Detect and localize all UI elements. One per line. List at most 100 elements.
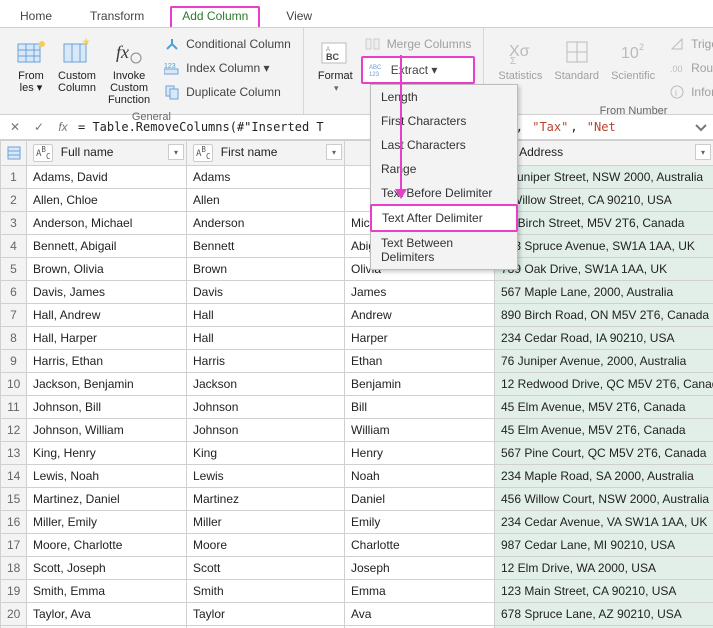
cell-address[interactable]: 12 Redwood Drive, QC M5V 2T6, Canada <box>495 372 713 395</box>
row-number[interactable]: 11 <box>1 395 27 418</box>
menu-item-first-characters[interactable]: First Characters <box>371 109 517 133</box>
row-number[interactable]: 18 <box>1 556 27 579</box>
cell-full-name[interactable]: Lewis, Noah <box>27 464 187 487</box>
cell-full-name[interactable]: Harris, Ethan <box>27 349 187 372</box>
cell-first-name[interactable]: Adams <box>187 165 345 188</box>
cell-first-name[interactable]: Allen <box>187 188 345 211</box>
row-number[interactable]: 4 <box>1 234 27 257</box>
cell-first-name[interactable]: Jackson <box>187 372 345 395</box>
table-row[interactable]: 8Hall, HarperHallHarper234 Cedar Road, I… <box>1 326 713 349</box>
table-row[interactable]: 15Martinez, DanielMartinezDaniel456 Will… <box>1 487 713 510</box>
row-number[interactable]: 15 <box>1 487 27 510</box>
column-filter-button[interactable]: ▾ <box>168 144 184 160</box>
column-header-address[interactable]: : Address ▾ <box>495 141 713 166</box>
menu-item-last-characters[interactable]: Last Characters <box>371 133 517 157</box>
row-number[interactable]: 5 <box>1 257 27 280</box>
cell-mid[interactable]: Henry <box>345 441 495 464</box>
duplicate-column-button[interactable]: Duplicate Column <box>160 80 295 104</box>
cell-mid[interactable]: Ethan <box>345 349 495 372</box>
table-corner[interactable] <box>1 141 27 166</box>
table-row[interactable]: 13King, HenryKingHenry567 Pine Court, QC… <box>1 441 713 464</box>
cell-address[interactable]: 12 Elm Drive, WA 2000, USA <box>495 556 713 579</box>
row-number[interactable]: 2 <box>1 188 27 211</box>
table-row[interactable]: 3Anderson, MichaelAndersonMichael89 Birc… <box>1 211 713 234</box>
cell-full-name[interactable]: Moore, Charlotte <box>27 533 187 556</box>
cell-mid[interactable]: Emily <box>345 510 495 533</box>
cell-first-name[interactable]: Moore <box>187 533 345 556</box>
rounding-button[interactable]: .00 Rounding ▾ <box>665 56 713 80</box>
cell-full-name[interactable]: Davis, James <box>27 280 187 303</box>
row-number[interactable]: 9 <box>1 349 27 372</box>
scientific-button[interactable]: 102 Scientific <box>605 32 661 86</box>
cell-address[interactable]: 89 Birch Street, M5V 2T6, Canada <box>495 211 713 234</box>
statistics-button[interactable]: XσΣ Statistics <box>492 32 548 86</box>
cell-first-name[interactable]: Taylor <box>187 602 345 625</box>
cell-mid[interactable]: Harper <box>345 326 495 349</box>
table-row[interactable]: 11Johnson, BillJohnsonBill45 Elm Avenue,… <box>1 395 713 418</box>
column-header-full-name[interactable]: ABC Full name ▾ <box>27 141 187 166</box>
cell-address[interactable]: 567 Pine Court, QC M5V 2T6, Canada <box>495 441 713 464</box>
cell-full-name[interactable]: Anderson, Michael <box>27 211 187 234</box>
cell-first-name[interactable]: Hall <box>187 303 345 326</box>
tab-transform[interactable]: Transform <box>78 6 156 27</box>
row-number[interactable]: 12 <box>1 418 27 441</box>
row-number[interactable]: 10 <box>1 372 27 395</box>
cell-first-name[interactable]: King <box>187 441 345 464</box>
tab-add-column[interactable]: Add Column <box>170 6 260 27</box>
cell-first-name[interactable]: Anderson <box>187 211 345 234</box>
table-row[interactable]: 7Hall, AndrewHallAndrew890 Birch Road, O… <box>1 303 713 326</box>
cell-mid[interactable]: Noah <box>345 464 495 487</box>
table-row[interactable]: 20Taylor, AvaTaylorAva678 Spruce Lane, A… <box>1 602 713 625</box>
cell-address[interactable]: 45 Elm Avenue, M5V 2T6, Canada <box>495 418 713 441</box>
cell-full-name[interactable]: Brown, Olivia <box>27 257 187 280</box>
row-number[interactable]: 19 <box>1 579 27 602</box>
column-header-first-name[interactable]: ABC First name ▾ <box>187 141 345 166</box>
cell-full-name[interactable]: Miller, Emily <box>27 510 187 533</box>
cell-mid[interactable]: Ava <box>345 602 495 625</box>
cell-address[interactable]: 123 Main Street, CA 90210, USA <box>495 579 713 602</box>
cell-address[interactable]: 234 Cedar Road, IA 90210, USA <box>495 326 713 349</box>
invoke-custom-function-button[interactable]: fx Invoke Custom Function <box>100 32 158 110</box>
cell-address[interactable]: 234 Maple Road, SA 2000, Australia <box>495 464 713 487</box>
column-filter-button[interactable]: ▾ <box>326 144 342 160</box>
row-number[interactable]: 16 <box>1 510 27 533</box>
cell-mid[interactable]: Bill <box>345 395 495 418</box>
cell-mid[interactable]: Emma <box>345 579 495 602</box>
cell-address[interactable]: 890 Birch Road, ON M5V 2T6, Canada <box>495 303 713 326</box>
index-column-button[interactable]: 123 Index Column ▾ <box>160 56 295 80</box>
table-row[interactable]: 9Harris, EthanHarrisEthan76 Juniper Aven… <box>1 349 713 372</box>
cell-full-name[interactable]: King, Henry <box>27 441 187 464</box>
table-row[interactable]: 18Scott, JosephScottJoseph12 Elm Drive, … <box>1 556 713 579</box>
cell-address[interactable]: 9 Juniper Street, NSW 2000, Australia <box>495 165 713 188</box>
cell-mid[interactable]: Charlotte <box>345 533 495 556</box>
tab-home[interactable]: Home <box>8 6 64 27</box>
row-number[interactable]: 14 <box>1 464 27 487</box>
cell-full-name[interactable]: Bennett, Abigail <box>27 234 187 257</box>
custom-column-button[interactable]: Custom Column <box>54 32 100 98</box>
tab-view[interactable]: View <box>274 6 324 27</box>
table-row[interactable]: 1Adams, DavidAdams9 Juniper Street, NSW … <box>1 165 713 188</box>
cell-full-name[interactable]: Martinez, Daniel <box>27 487 187 510</box>
table-row[interactable]: 19Smith, EmmaSmithEmma123 Main Street, C… <box>1 579 713 602</box>
table-row[interactable]: 6Davis, JamesDavisJames567 Maple Lane, 2… <box>1 280 713 303</box>
cell-full-name[interactable]: Adams, David <box>27 165 187 188</box>
menu-item-text-after-delimiter[interactable]: Text After Delimiter <box>370 204 518 232</box>
cell-first-name[interactable]: Harris <box>187 349 345 372</box>
cell-mid[interactable]: Andrew <box>345 303 495 326</box>
cell-address[interactable]: 123 Spruce Avenue, SW1A 1AA, UK <box>495 234 713 257</box>
cell-address[interactable]: 234 Cedar Avenue, VA SW1A 1AA, UK <box>495 510 713 533</box>
cell-full-name[interactable]: Allen, Chloe <box>27 188 187 211</box>
cell-first-name[interactable]: Scott <box>187 556 345 579</box>
table-row[interactable]: 17Moore, CharlotteMooreCharlotte987 Ceda… <box>1 533 713 556</box>
menu-item-text-between-delimiters[interactable]: Text Between Delimiters <box>371 231 517 269</box>
cell-address[interactable]: 45 Elm Avenue, M5V 2T6, Canada <box>495 395 713 418</box>
cell-full-name[interactable]: Hall, Andrew <box>27 303 187 326</box>
cell-full-name[interactable]: Scott, Joseph <box>27 556 187 579</box>
format-button[interactable]: ABC Format▾ <box>312 32 359 98</box>
menu-item-length[interactable]: Length <box>371 85 517 109</box>
row-number[interactable]: 13 <box>1 441 27 464</box>
cell-full-name[interactable]: Johnson, Bill <box>27 395 187 418</box>
menu-item-range[interactable]: Range <box>371 157 517 181</box>
cell-address[interactable]: 678 Spruce Lane, AZ 90210, USA <box>495 602 713 625</box>
cell-first-name[interactable]: Johnson <box>187 395 345 418</box>
